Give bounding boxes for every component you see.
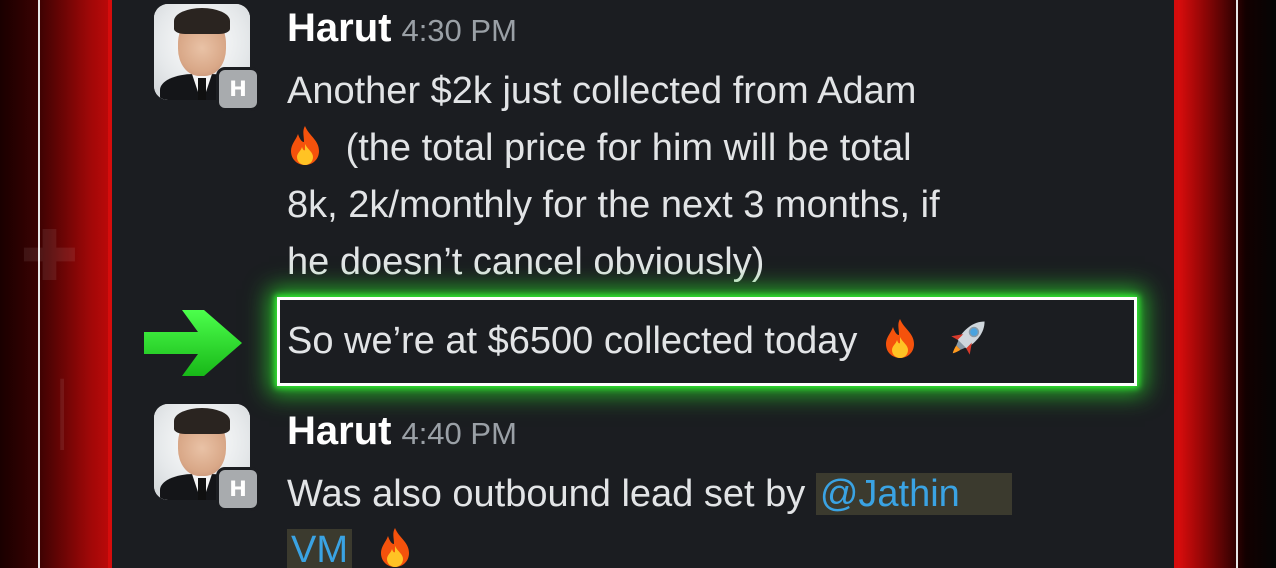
background-candle-mark: ┃	[54, 380, 70, 450]
highlighted-message-line: So we’re at $6500 collected today	[287, 313, 993, 370]
message-line: (the total price for him will be total	[287, 120, 912, 177]
message-timestamp[interactable]: 4:40 PM	[401, 416, 516, 451]
fire-icon	[885, 319, 914, 358]
message-timestamp[interactable]: 4:30 PM	[401, 13, 516, 48]
user-mention-continued[interactable]: VM	[287, 529, 352, 568]
avatar-badge: H	[216, 67, 260, 111]
message-line: 8k, 2k/monthly for the next 3 months, if	[287, 184, 940, 226]
green-arrow-icon	[144, 310, 242, 376]
message-line: he doesn’t cancel obviously)	[287, 241, 765, 283]
right-frame-line	[1236, 0, 1238, 568]
message-text: Was also outbound lead set by	[287, 473, 816, 515]
message-header: Harut 4:40 PM	[287, 407, 517, 458]
background-plus-mark: ✚	[20, 215, 79, 297]
rocket-icon	[950, 321, 985, 355]
avatar-badge: H	[216, 467, 260, 511]
message-line: Another $2k just collected from Adam	[287, 70, 917, 112]
author-name[interactable]: Harut	[287, 409, 391, 453]
right-red-frame	[1176, 0, 1276, 568]
message-header: Harut 4:30 PM	[287, 4, 517, 55]
highlighted-text: So we’re at $6500 collected today	[287, 320, 858, 362]
message-line: VM	[287, 522, 413, 568]
fire-icon	[380, 528, 409, 567]
video-frame: ✚ ┃ H Harut 4:30 PM Another $2k just coll…	[0, 0, 1276, 568]
message-text: (the total price for him will be total	[345, 127, 912, 169]
user-mention[interactable]: @Jathin	[815, 473, 1012, 515]
author-name[interactable]: Harut	[287, 6, 391, 50]
fire-icon	[291, 126, 319, 165]
message-line: Was also outbound lead set by @Jathin	[287, 466, 1012, 523]
